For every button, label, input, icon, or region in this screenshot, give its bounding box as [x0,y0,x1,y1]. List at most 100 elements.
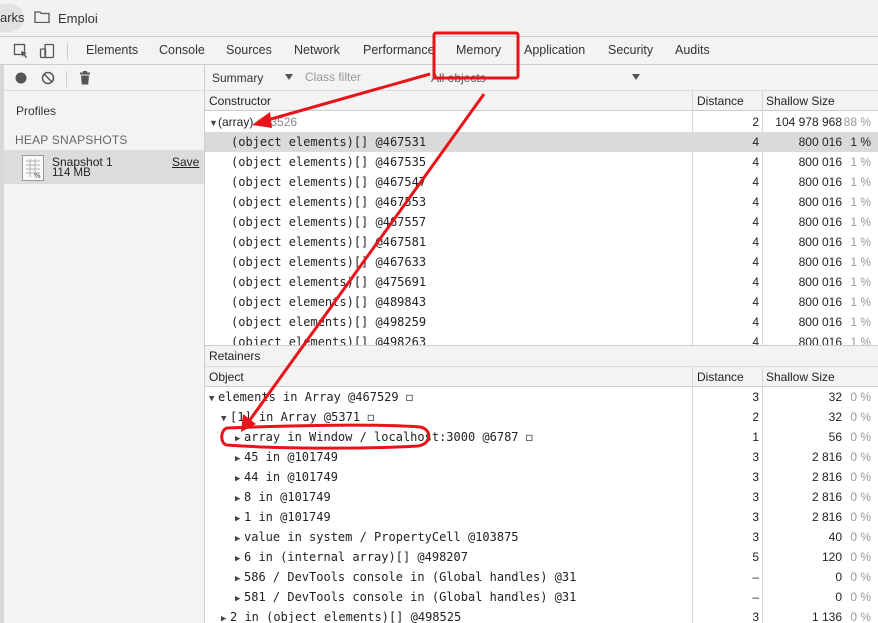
retainer-row[interactable]: ▶ 44 in @101749 3 2 816 0 % [205,467,878,487]
profiles-title: Profiles [16,104,57,118]
retainer-row[interactable]: ▶ 586 / DevTools console in (Global handl… [205,567,878,587]
expand-triangle-icon[interactable]: ▶ [235,474,244,484]
shallow-size-percent: 0 % [850,610,871,623]
shallow-size-value: 0 [835,590,842,604]
bookmark-folder-label[interactable]: Emploi [58,11,98,26]
expand-triangle-icon[interactable]: ▶ [235,514,244,524]
shallow-size-value: 800 016 [798,195,842,209]
tab-network[interactable]: Network [294,43,340,57]
object-name: (object elements)[] @467547 [231,175,427,189]
col-distance[interactable]: Distance [697,94,744,108]
snapshot-item[interactable]: % Snapshot 1 114 MB Save [4,150,204,184]
expand-triangle-icon[interactable]: ▼ [209,118,218,128]
table-row[interactable]: (object elements)[] @467535 4 800 016 1 … [205,152,878,172]
retainer-row[interactable]: ▼ elements in Array @467529 ◻ 3 32 0 % [205,387,878,407]
table-row[interactable]: (object elements)[] @475691 4 800 016 1 … [205,272,878,292]
shallow-size-percent: 0 % [850,470,871,484]
shallow-size-value: 800 016 [798,255,842,269]
retainer-row[interactable]: ▶ 45 in @101749 3 2 816 0 % [205,447,878,467]
tab-console[interactable]: Console [159,43,205,57]
objects-select[interactable]: All objects [431,71,486,85]
expand-triangle-icon[interactable]: ▶ [221,614,230,623]
trash-icon[interactable] [79,71,91,85]
folder-icon[interactable] [34,10,50,23]
tab-application[interactable]: Application [524,43,585,57]
svg-text:%: % [34,172,41,180]
retainer-row[interactable]: ▶ value in system / PropertyCell @103875 … [205,527,878,547]
distance-value: 5 [752,550,759,564]
expand-triangle-icon[interactable]: ▶ [235,534,244,544]
col-constructor[interactable]: Constructor [209,94,271,108]
expand-triangle-icon[interactable]: ▼ [221,414,230,424]
shallow-size-percent: 1 % [850,275,871,289]
distance-value: 3 [752,610,759,623]
retainer-row[interactable]: ▶ array in Window / localhost:3000 @6787 … [205,427,878,447]
devtools-toolbar: Elements Console Sources Network Perform… [0,37,878,65]
shallow-size-value: 2 816 [811,510,842,524]
distance-value: 3 [752,390,759,404]
tab-elements[interactable]: Elements [86,43,138,57]
retainer-name: 6 in (internal array)[] @498207 [244,550,468,564]
filter-bar: Summary Class filter All objects [205,65,878,91]
object-name: (object elements)[] @498263 [231,335,427,345]
table-row[interactable]: (object elements)[] @498259 4 800 016 1 … [205,312,878,332]
distance-value: 4 [752,215,759,229]
col-object[interactable]: Object [209,370,244,384]
snapshot-save-link[interactable]: Save [172,155,199,169]
clear-icon[interactable] [41,71,55,85]
distance-value: 3 [752,530,759,544]
view-select[interactable]: Summary [212,71,263,85]
tab-performance[interactable]: Performance [363,43,435,57]
tab-audits[interactable]: Audits [675,43,710,57]
retainer-name: 2 in (object elements)[] @498525 [230,610,462,623]
table-row[interactable]: (object elements)[] @467531 4 800 016 1 … [205,132,878,152]
col-distance[interactable]: Distance [697,370,744,384]
shallow-size-percent: 0 % [850,430,871,444]
table-row[interactable]: (object elements)[] @467633 4 800 016 1 … [205,252,878,272]
record-icon[interactable] [14,71,28,85]
retainer-row[interactable]: ▶ 2 in (object elements)[] @498525 3 1 13… [205,607,878,623]
table-row[interactable]: (object elements)[] @467547 4 800 016 1 … [205,172,878,192]
expand-triangle-icon[interactable]: ▶ [235,574,244,584]
expand-triangle-icon[interactable]: ▶ [235,494,244,504]
retainer-row[interactable]: ▶ 8 in @101749 3 2 816 0 % [205,487,878,507]
tab-security[interactable]: Security [608,43,653,57]
inspect-element-icon[interactable] [13,43,29,59]
retainer-row[interactable]: ▶ 581 / DevTools console in (Global handl… [205,587,878,607]
expand-triangle-icon[interactable]: ▶ [235,454,244,464]
constructor-name: (array) [218,115,254,129]
table-row[interactable]: (object elements)[] @467553 4 800 016 1 … [205,192,878,212]
table-row[interactable]: (object elements)[] @467557 4 800 016 1 … [205,212,878,232]
tab-memory[interactable]: Memory [456,43,501,57]
expand-triangle-icon[interactable]: ▶ [235,594,244,604]
chevron-down-icon[interactable] [632,74,640,80]
shallow-size-value: 2 816 [811,450,842,464]
shallow-size-percent: 1 % [850,175,871,189]
constructor-count: ×53526 [256,115,298,129]
table-row[interactable]: (object elements)[] @489843 4 800 016 1 … [205,292,878,312]
constructor-table-header: Constructor Distance Shallow Size [205,91,878,111]
bookmark-item[interactable]: arks [0,4,24,32]
col-shallow-size[interactable]: Shallow Size [766,94,835,108]
object-name: (object elements)[] @467581 [231,235,427,249]
col-shallow-size[interactable]: Shallow Size [766,370,835,384]
device-toolbar-icon[interactable] [39,43,55,59]
retainer-row[interactable]: ▼ [1] in Array @5371 ◻ 2 32 0 % [205,407,878,427]
retainer-name: [1] in Array @5371 ◻ [230,410,375,424]
shallow-size-value: 800 016 [798,235,842,249]
shallow-size-percent: 0 % [850,450,871,464]
expand-triangle-icon[interactable]: ▶ [235,554,244,564]
table-row[interactable]: (object elements)[] @498263 4 800 016 1 … [205,332,878,345]
expand-triangle-icon[interactable]: ▶ [235,434,244,444]
chevron-down-icon[interactable] [285,74,293,80]
tab-sources[interactable]: Sources [226,43,272,57]
retainer-row[interactable]: ▶ 1 in @101749 3 2 816 0 % [205,507,878,527]
constructor-row[interactable]: ▼(array) ×53526 2 104 978 968 88 % [205,112,878,132]
distance-value: 3 [752,450,759,464]
expand-triangle-icon[interactable]: ▼ [209,394,218,404]
table-row[interactable]: (object elements)[] @467581 4 800 016 1 … [205,232,878,252]
retainer-name: value in system / PropertyCell @103875 [244,530,519,544]
retainer-row[interactable]: ▶ 6 in (internal array)[] @498207 5 120 0… [205,547,878,567]
distance-value: 4 [752,135,759,149]
class-filter-input[interactable]: Class filter [305,70,361,84]
